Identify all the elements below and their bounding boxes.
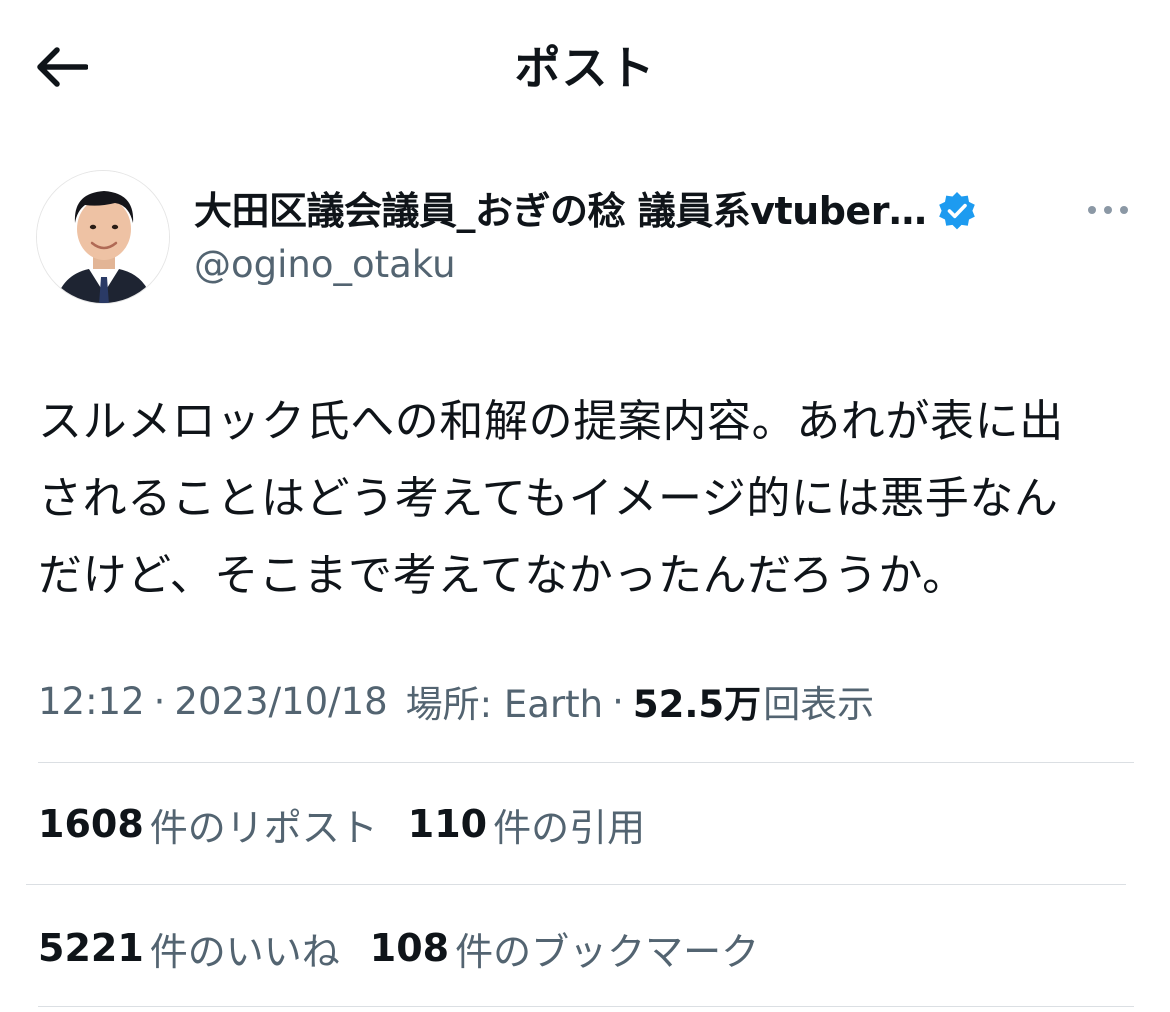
reposts-label: 件のリポスト <box>149 805 378 850</box>
views-count[interactable]: 52.5万 <box>633 674 761 728</box>
more-options-button[interactable] <box>1080 190 1136 230</box>
post-date: 2023/10/18 <box>174 679 388 723</box>
page-title: ポスト <box>514 41 656 95</box>
avatar-image <box>37 171 169 303</box>
views-label[interactable]: 回表示 <box>763 674 874 728</box>
stats-row-reposts-quotes: 1608 件のリポスト 110 件の引用 <box>38 794 675 854</box>
avatar[interactable] <box>36 170 170 304</box>
reposts-count: 1608 <box>38 802 144 846</box>
stats-row-likes-bookmarks: 5221 件のいいね 108 件のブックマーク <box>38 918 789 978</box>
post-location: 場所: Earth <box>405 683 604 726</box>
display-name: 大田区議会議員_おぎの稔 議員系vtuber… <box>194 189 927 233</box>
top-bar: ポスト <box>0 0 1170 135</box>
quotes-count: 110 <box>407 802 488 846</box>
bookmarks-label: 件のブックマーク <box>455 929 760 974</box>
post-text: スルメロック氏への和解の提案内容。あれが表に出 されることはどう考えてもイメージ… <box>38 396 1064 601</box>
post-meta: 12:12 · 2023/10/18 場所: Earth · 52.5万 回表示 <box>38 674 874 728</box>
bookmarks-stat[interactable]: 108 件のブックマーク <box>370 921 759 976</box>
likes-count: 5221 <box>38 926 144 970</box>
reposts-stat[interactable]: 1608 件のリポスト <box>38 797 378 852</box>
bookmarks-count: 108 <box>369 926 450 970</box>
verified-badge-icon <box>939 192 976 230</box>
more-horizontal-icon <box>1088 206 1128 214</box>
quotes-label: 件の引用 <box>493 805 646 850</box>
meta-separator: · <box>612 679 624 723</box>
divider <box>38 1006 1134 1007</box>
divider <box>38 762 1134 763</box>
likes-label: 件のいいね <box>149 929 340 974</box>
display-name-row[interactable]: 大田区議会議員_おぎの稔 議員系vtuber… <box>194 186 978 236</box>
quotes-stat[interactable]: 110 件の引用 <box>408 797 645 852</box>
post-time: 12:12 <box>38 679 145 723</box>
handle[interactable]: @ogino_otaku <box>194 240 456 290</box>
divider <box>26 884 1126 885</box>
likes-stat[interactable]: 5221 件のいいね <box>38 921 340 976</box>
meta-separator: · <box>153 679 166 723</box>
